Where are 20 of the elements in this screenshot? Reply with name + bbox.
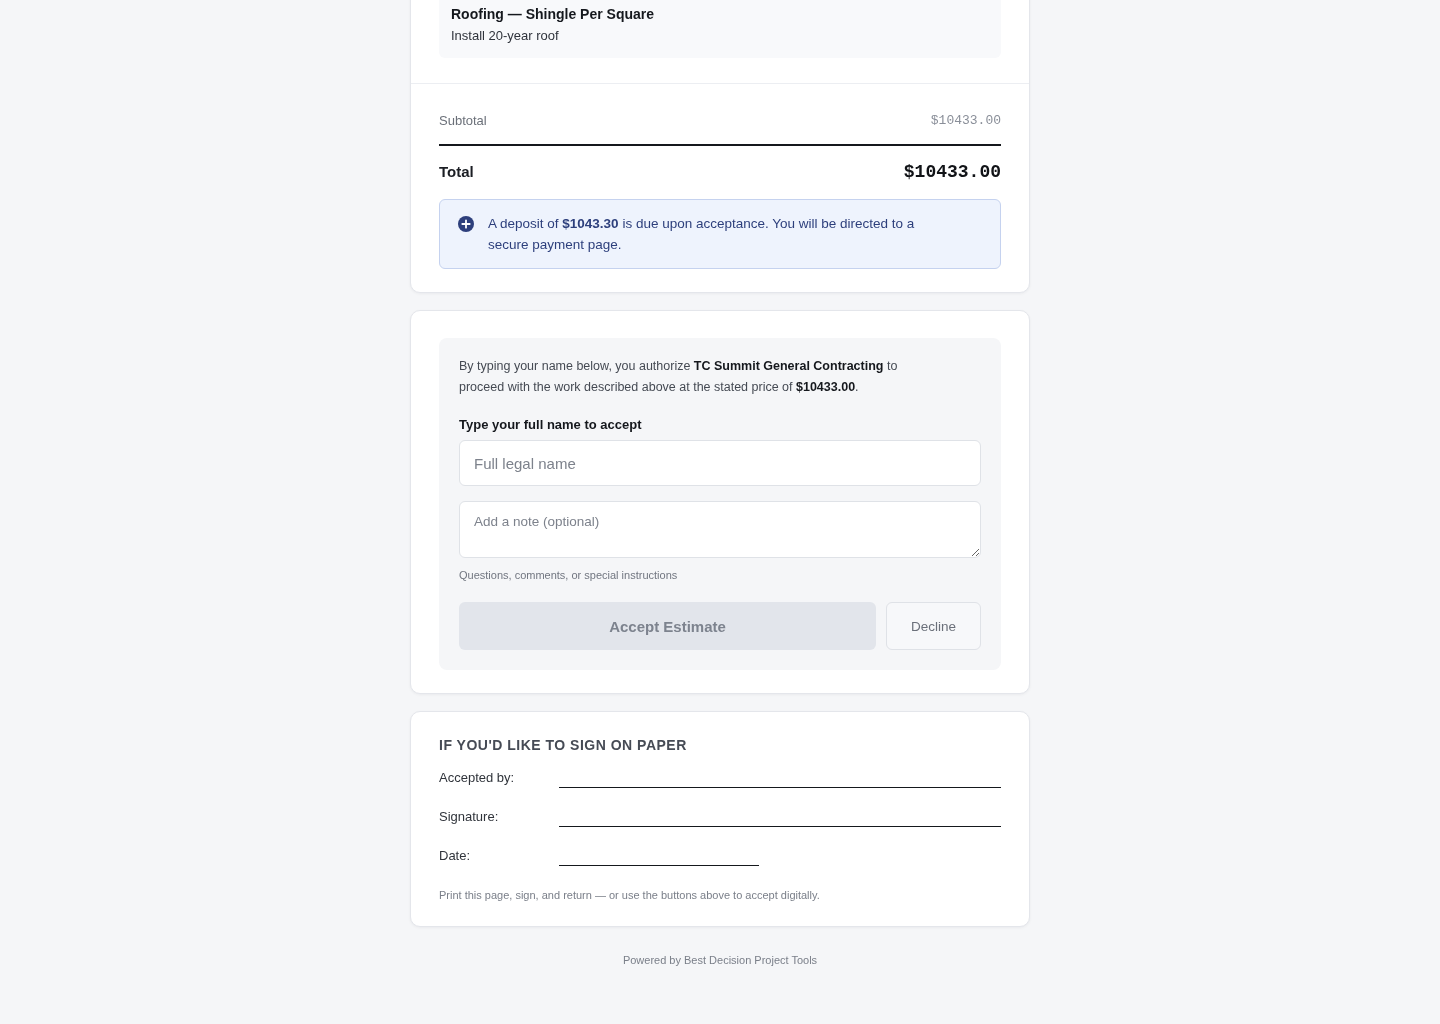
total-value: $10433.00: [903, 161, 1001, 184]
name-input[interactable]: Full legal name: [459, 440, 981, 486]
item-description: Install 20-year roof: [451, 27, 560, 45]
paper-note: Print this page, sign, and return — or use the buttons above to accept digitally.: [439, 888, 821, 903]
deposit-text: A deposit of $1043.30 is due upon acceptance. You will be directed to a secure payment page.: [488, 215, 916, 254]
name-label: Type your full name to accept: [459, 416, 643, 434]
sign-label: Signature:: [439, 808, 500, 826]
sign-label: Accepted by:: [439, 769, 516, 787]
note-textarea[interactable]: Add a note (optional): [459, 501, 981, 558]
footer-text: Powered by Best Decision Project Tools: [621, 953, 819, 968]
plus-circle-icon: [458, 216, 474, 232]
decline-button[interactable]: Decline: [886, 602, 981, 650]
subtotal-value: $10433.00: [930, 112, 1001, 130]
total-label: Total: [439, 162, 474, 182]
subtotal-label: Subtotal: [439, 112, 487, 130]
agreement-text: By typing your name below, you authorize TC Summit General Contracting to proceed with the work described above at the stated price of $10433.00.: [459, 358, 899, 396]
paper-heading: IF YOU'D LIKE TO SIGN ON PAPER: [439, 736, 688, 755]
item-title: Roofing — Shingle Per Square: [451, 5, 656, 24]
note-hint: Questions, comments, or special instructions: [459, 568, 679, 583]
sign-label: Date:: [439, 847, 472, 865]
